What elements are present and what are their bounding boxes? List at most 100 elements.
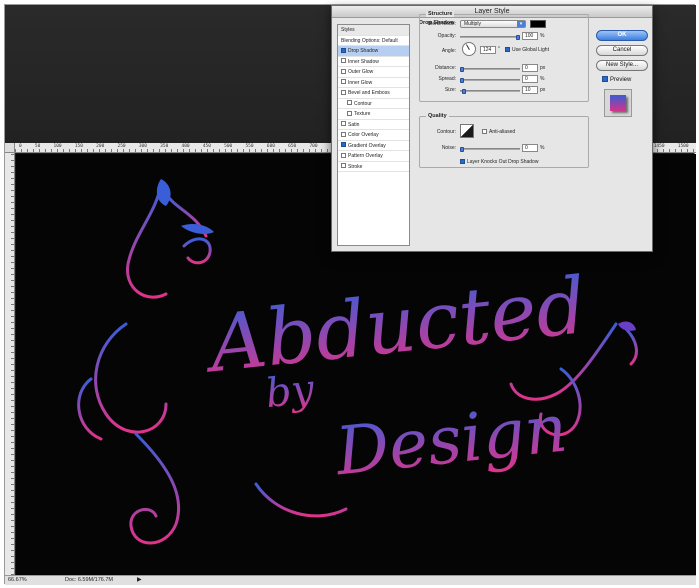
style-item-blending-options-default[interactable]: Blending Options: Default [338, 36, 409, 46]
ruler-tick-label: 250 [117, 144, 126, 149]
style-item-label: Inner Shadow [348, 58, 379, 65]
checkbox-icon[interactable] [347, 110, 352, 116]
style-item-color-overlay[interactable]: Color Overlay [338, 130, 409, 141]
style-item-bevel-and-emboss[interactable]: Bevel and Emboss [338, 88, 409, 99]
contour-label: Contour: [436, 129, 456, 135]
noise-input[interactable]: 0 [522, 144, 538, 152]
style-item-satin[interactable]: Satin [338, 120, 409, 130]
distance-label: Distance: [435, 65, 456, 71]
opacity-unit: % [540, 33, 545, 39]
ruler-tick-label: 100 [53, 144, 62, 149]
style-item-gradient-overlay[interactable]: Gradient Overlay [338, 141, 409, 151]
styles-list: Styles Blending Options: Default Drop Sha… [337, 24, 410, 246]
distance-slider[interactable] [460, 67, 520, 72]
cancel-button[interactable]: Cancel [596, 45, 648, 56]
checkbox-icon[interactable] [341, 58, 346, 64]
style-item-label: Inner Glow [348, 79, 373, 86]
checkbox-icon[interactable] [347, 100, 352, 106]
style-preview-swatch [604, 89, 632, 117]
artwork-line-3: Design [331, 389, 570, 490]
zoom-readout[interactable]: 66.67% [8, 577, 27, 583]
opacity-slider[interactable] [460, 35, 520, 40]
blend-mode-select[interactable]: Multiply ▾ [460, 20, 526, 28]
style-item-label: Color Overlay [348, 132, 379, 138]
style-item-label: Bevel and Emboss [348, 90, 390, 96]
ruler-tick-label: 600 [266, 144, 275, 149]
vertical-ruler[interactable] [5, 153, 15, 575]
size-slider[interactable] [460, 89, 520, 94]
checkbox-icon[interactable] [482, 128, 487, 134]
checkbox-icon[interactable] [341, 121, 346, 127]
structure-group: Structure Blend Mode: Multiply ▾ Opacity… [419, 11, 589, 102]
opacity-label: Opacity: [437, 33, 456, 39]
size-slider-knob[interactable] [462, 89, 467, 94]
distance-unit: px [540, 65, 546, 71]
style-item-inner-glow[interactable]: Inner Glow [338, 78, 409, 88]
opacity-input[interactable]: 100 [522, 32, 538, 40]
spread-input[interactable]: 0 [522, 75, 538, 83]
ruler-tick-label: 300 [138, 144, 147, 149]
quality-label: Quality [426, 113, 449, 119]
noise-unit: % [540, 145, 545, 151]
distance-input[interactable]: 0 [522, 64, 538, 72]
angle-label: Angle: [441, 48, 456, 54]
size-label: Size: [444, 87, 456, 93]
checkbox-icon[interactable] [341, 79, 346, 85]
checkbox-icon[interactable] [460, 158, 465, 164]
layer-knocks-out-label: Layer Knocks Out Drop Shadow [467, 159, 539, 165]
angle-unit: ° [498, 46, 500, 52]
anti-aliased-label: Anti-aliased [489, 129, 516, 135]
size-input[interactable]: 10 [522, 86, 538, 94]
blend-mode-label: Blend Mode: [427, 21, 456, 27]
noise-slider[interactable] [460, 147, 520, 152]
style-item-outer-glow[interactable]: Outer Glow [338, 67, 409, 78]
styles-list-header[interactable]: Styles [338, 25, 409, 36]
style-item-drop-shadow[interactable]: Drop Shadow [338, 46, 409, 57]
checkbox-icon[interactable] [341, 89, 346, 95]
spread-slider-knob[interactable] [460, 78, 464, 83]
distance-slider-knob[interactable] [460, 67, 464, 72]
checkbox-icon[interactable] [341, 68, 346, 74]
style-item-texture[interactable]: Texture [338, 109, 409, 120]
checkbox-icon[interactable] [602, 76, 608, 82]
artwork-line-2: by [263, 366, 317, 417]
angle-dial-icon[interactable] [462, 42, 476, 56]
shadow-color-swatch[interactable] [530, 20, 546, 28]
quality-group: Quality Contour: Anti-aliased Noise: 0 %… [419, 113, 589, 168]
ruler-tick-label: 350 [160, 144, 169, 149]
new-style-button[interactable]: New Style... [596, 60, 648, 71]
ruler-tick-label: 200 [96, 144, 105, 149]
preview-checkbox[interactable]: Preview [602, 76, 631, 83]
noise-slider-knob[interactable] [460, 147, 464, 152]
status-menu-arrow-icon[interactable]: ▶ [137, 576, 142, 583]
contour-preview-icon[interactable] [460, 124, 474, 138]
checkbox-icon[interactable] [341, 142, 346, 148]
ok-button[interactable]: OK [596, 30, 648, 41]
style-item-stroke[interactable]: Stroke [338, 162, 409, 172]
checkbox-icon[interactable] [341, 47, 346, 53]
chevron-down-icon: ▾ [517, 21, 525, 27]
angle-input[interactable]: 124 [480, 46, 496, 54]
ruler-tick-label: 150 [74, 144, 83, 149]
checkbox-icon[interactable] [341, 152, 346, 158]
style-item-pattern-overlay[interactable]: Pattern Overlay [338, 151, 409, 162]
style-item-label: Blending Options: Default [341, 37, 398, 44]
ruler-origin[interactable] [5, 143, 15, 153]
ruler-tick-label: 500 [224, 144, 233, 149]
spread-slider[interactable] [460, 78, 520, 83]
checkbox-icon[interactable] [505, 46, 510, 52]
checkbox-icon[interactable] [341, 131, 346, 137]
style-item-inner-shadow[interactable]: Inner Shadow [338, 57, 409, 67]
document-size-info[interactable]: Doc: 6.59M/176.7M [65, 577, 113, 583]
opacity-slider-knob[interactable] [516, 35, 520, 40]
spread-unit: % [540, 76, 545, 82]
checkbox-icon[interactable] [341, 163, 346, 169]
layer-style-dialog: Layer Style Styles Blending Options: Def… [331, 5, 653, 252]
ruler-tick-label: 400 [181, 144, 190, 149]
ruler-tick-label: 0 [19, 144, 22, 149]
style-item-contour[interactable]: Contour [338, 99, 409, 109]
style-item-label: Stroke [348, 163, 363, 170]
layer-knocks-out-checkbox[interactable]: Layer Knocks Out Drop Shadow [460, 158, 539, 165]
use-global-light-checkbox[interactable]: Use Global Light [505, 46, 549, 53]
anti-aliased-checkbox[interactable]: Anti-aliased [482, 128, 516, 135]
